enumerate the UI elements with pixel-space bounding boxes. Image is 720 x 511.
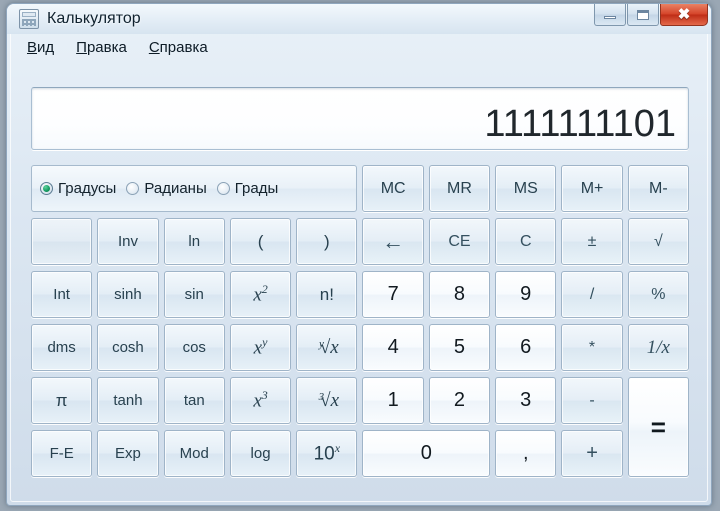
minimize-button[interactable] xyxy=(594,4,626,26)
button-3[interactable]: 3 xyxy=(495,377,557,424)
button-cos[interactable]: cos xyxy=(163,324,225,371)
radio-degrees-dot xyxy=(40,182,53,195)
radio-radians-dot xyxy=(126,182,140,195)
calculator-icon xyxy=(19,9,39,29)
button-square-root[interactable]: √ xyxy=(627,218,689,265)
button-clear[interactable]: C xyxy=(495,218,557,265)
button-f-e[interactable]: F-E xyxy=(31,430,93,477)
button-decimal-separator[interactable]: , xyxy=(495,430,557,477)
button-inv[interactable]: Inv xyxy=(97,218,159,265)
window-controls: ✖ xyxy=(594,4,708,26)
button-dms[interactable]: dms xyxy=(31,324,93,371)
ten-power-x-glyph: 10x xyxy=(313,441,341,465)
button-log[interactable]: log xyxy=(229,430,292,477)
angle-mode-group: Градусы Радианы Грады xyxy=(31,165,358,212)
menu-edit-rest: равка xyxy=(86,38,127,56)
button-open-paren[interactable]: ( xyxy=(229,218,292,265)
menu-view-accel: В xyxy=(27,38,38,56)
button-divide[interactable]: / xyxy=(561,271,623,318)
minimize-icon xyxy=(604,16,616,19)
button-mod[interactable]: Mod xyxy=(163,430,225,477)
button-backspace[interactable]: ← xyxy=(362,218,424,265)
window-title: Калькулятор xyxy=(47,10,141,27)
menu-item-help[interactable]: Справка xyxy=(149,39,208,56)
button-cosh[interactable]: cosh xyxy=(97,324,159,371)
button-1[interactable]: 1 xyxy=(362,377,424,424)
button-close-paren[interactable]: ) xyxy=(296,218,358,265)
button-ten-power-x[interactable]: 10x xyxy=(296,430,358,477)
close-button[interactable]: ✖ xyxy=(660,4,708,26)
button-ln[interactable]: ln xyxy=(163,218,225,265)
menu-item-view[interactable]: Вид xyxy=(27,39,54,56)
button-int[interactable]: Int xyxy=(31,271,93,318)
button-8[interactable]: 8 xyxy=(428,271,491,318)
x-squared-glyph: x2 xyxy=(253,282,268,306)
button-reciprocal[interactable]: 1/x xyxy=(627,324,689,371)
button-subtract[interactable]: - xyxy=(561,377,623,424)
button-x-cubed[interactable]: x3 xyxy=(229,377,292,424)
menu-help-rest: правка xyxy=(159,38,208,56)
menu-view-rest: ид xyxy=(37,38,55,56)
keypad: Градусы Радианы Грады MC MR MS M+ M- Inv… xyxy=(31,165,689,477)
close-icon: ✖ xyxy=(677,6,691,23)
button-memory-recall[interactable]: MR xyxy=(428,165,491,212)
button-2[interactable]: 2 xyxy=(428,377,491,424)
button-tanh[interactable]: tanh xyxy=(97,377,159,424)
cube-root-x-glyph: 3√x xyxy=(318,389,340,411)
button-memory-subtract[interactable]: M- xyxy=(627,165,689,212)
button-4[interactable]: 4 xyxy=(362,324,424,371)
button-7[interactable]: 7 xyxy=(362,271,424,318)
button-pi[interactable]: π xyxy=(31,377,93,424)
button-6[interactable]: 6 xyxy=(495,324,557,371)
button-memory-store[interactable]: MS xyxy=(495,165,557,212)
button-y-root-x[interactable]: y√x xyxy=(296,324,358,371)
radio-degrees[interactable]: Градусы xyxy=(40,180,116,197)
title-bar: Калькулятор ✖ xyxy=(7,4,711,34)
radio-grads-label: Грады xyxy=(234,180,279,197)
maximize-button[interactable] xyxy=(627,4,659,26)
display-panel[interactable]: 1111111101 xyxy=(31,87,689,150)
maximize-icon xyxy=(637,9,649,20)
radio-degrees-label: Градусы xyxy=(58,180,117,197)
button-9[interactable]: 9 xyxy=(495,271,557,318)
radio-grads-dot xyxy=(216,182,230,195)
button-0[interactable]: 0 xyxy=(362,430,491,477)
radio-radians[interactable]: Радианы xyxy=(126,180,207,197)
y-root-x-glyph: y√x xyxy=(318,336,339,358)
button-x-power-y[interactable]: xy xyxy=(229,324,292,371)
button-tan[interactable]: tan xyxy=(163,377,225,424)
button-5[interactable]: 5 xyxy=(428,324,491,371)
button-memory-clear[interactable]: MC xyxy=(362,165,424,212)
x-power-y-glyph: xy xyxy=(253,335,268,359)
button-add[interactable]: + xyxy=(561,430,623,477)
menu-bar: Вид Правка Справка xyxy=(7,34,711,60)
button-clear-entry[interactable]: CE xyxy=(428,218,491,265)
radio-radians-label: Радианы xyxy=(144,180,207,197)
display-value: 1111111101 xyxy=(484,103,676,145)
button-percent[interactable]: % xyxy=(627,271,689,318)
button-blank[interactable] xyxy=(31,218,93,265)
menu-edit-accel: П xyxy=(76,38,87,56)
button-factorial[interactable]: n! xyxy=(296,271,358,318)
button-multiply[interactable]: * xyxy=(561,324,623,371)
button-sin[interactable]: sin xyxy=(163,271,225,318)
button-sinh[interactable]: sinh xyxy=(97,271,159,318)
reciprocal-glyph: 1/x xyxy=(646,336,670,358)
calculator-window: Калькулятор ✖ Вид Правка Справка 1111111… xyxy=(6,3,712,506)
button-plus-minus[interactable]: ± xyxy=(561,218,623,265)
menu-help-accel: С xyxy=(148,38,160,56)
button-equals[interactable]: = xyxy=(627,377,689,477)
x-cubed-glyph: x3 xyxy=(253,388,268,412)
button-memory-add[interactable]: M+ xyxy=(561,165,623,212)
button-x-squared[interactable]: x2 xyxy=(229,271,292,318)
button-exp[interactable]: Exp xyxy=(97,430,159,477)
button-cube-root-x[interactable]: 3√x xyxy=(296,377,358,424)
radio-grads[interactable]: Грады xyxy=(216,180,279,197)
menu-item-edit[interactable]: Правка xyxy=(76,39,127,56)
client-area: 1111111101 Градусы Радианы Грады MC MR M… xyxy=(15,62,703,497)
